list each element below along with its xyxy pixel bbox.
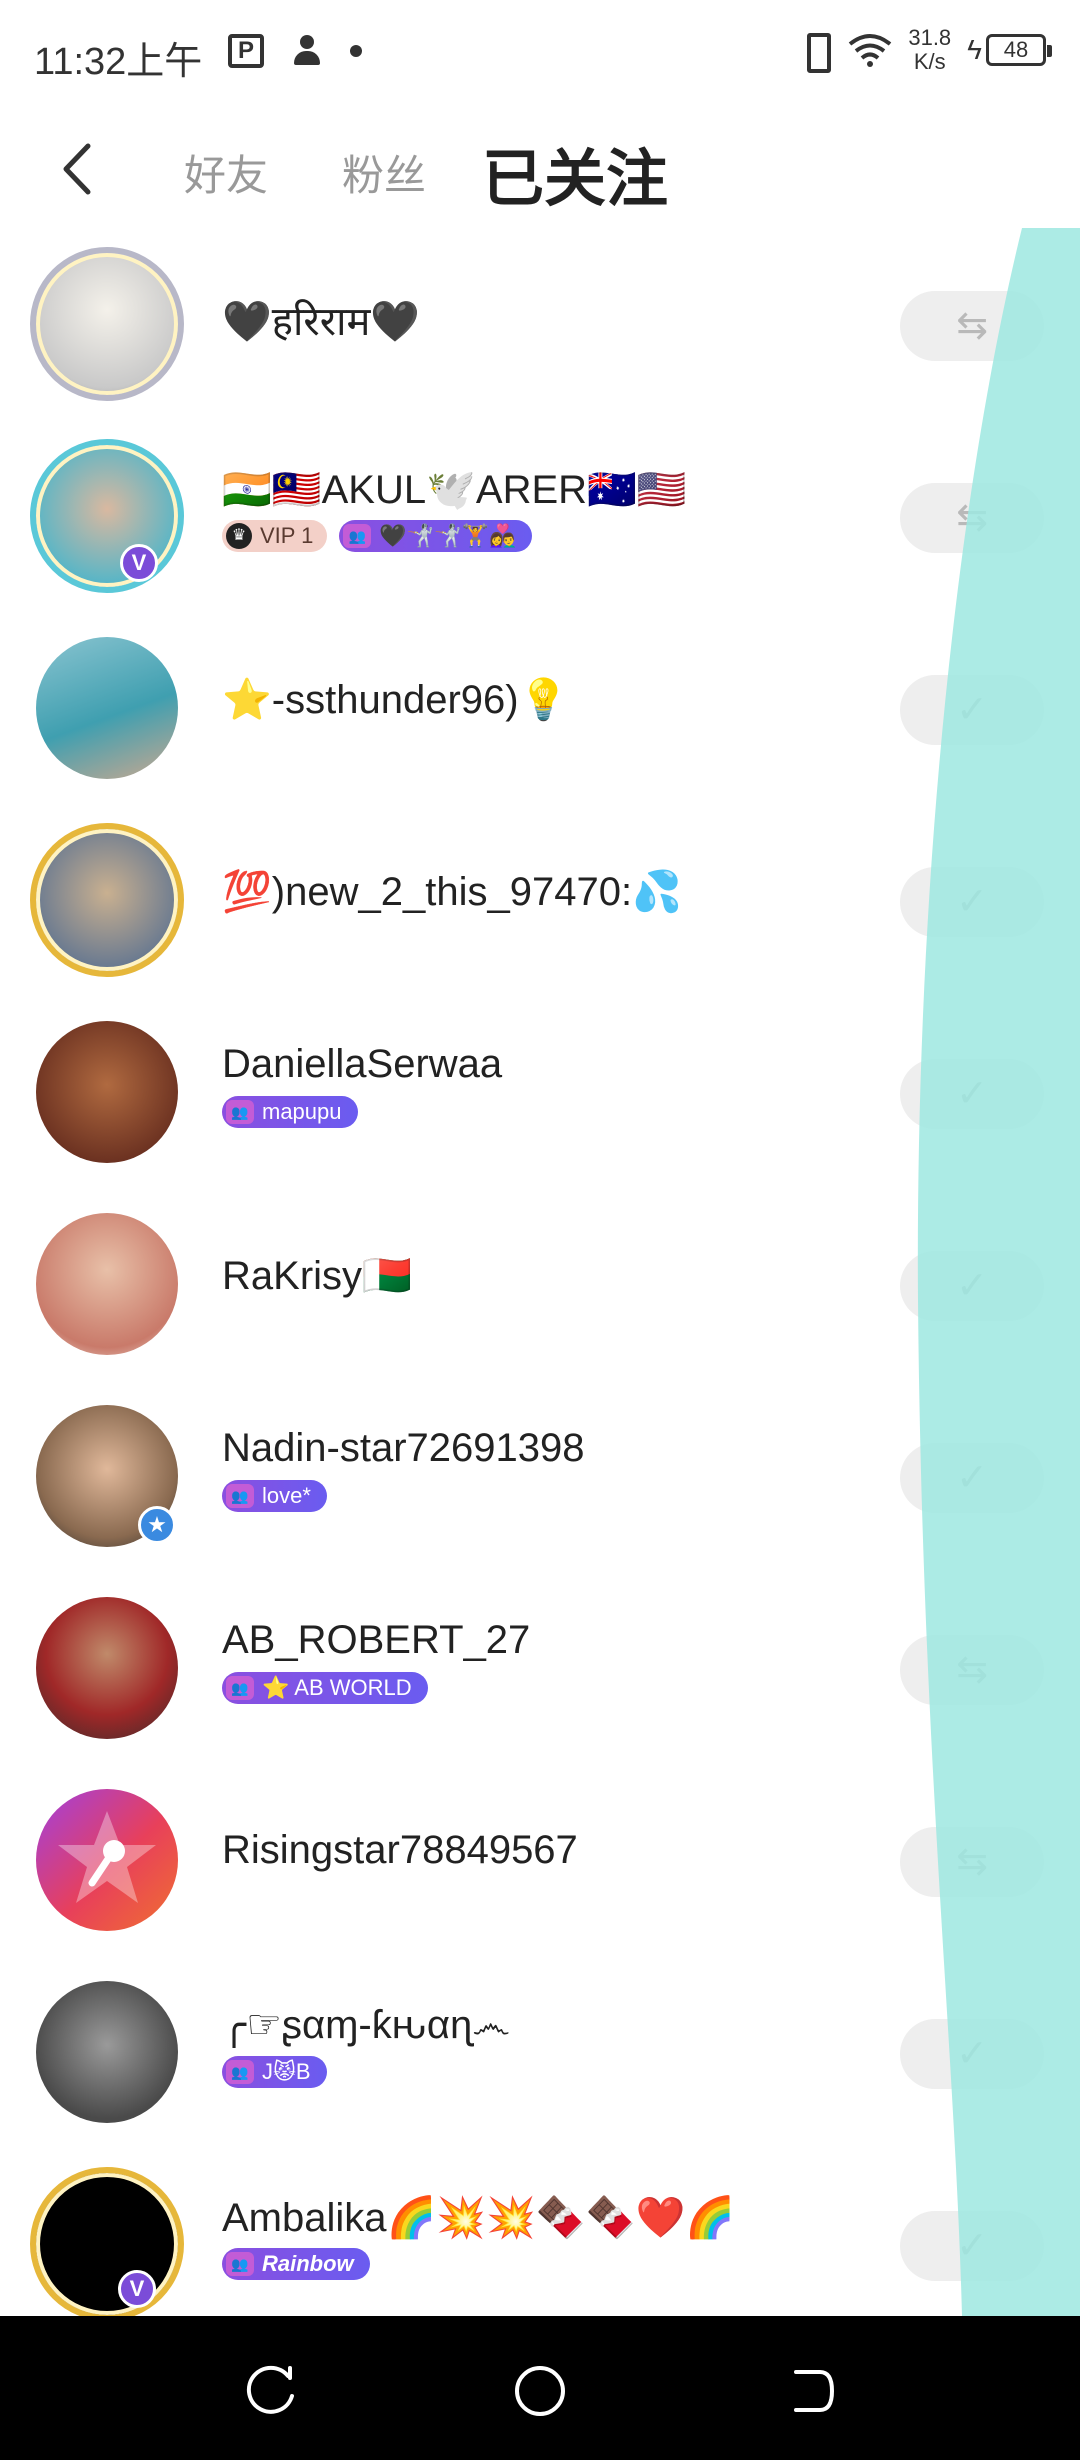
family-icon: 👥 xyxy=(226,2252,254,2276)
verified-badge-icon: V xyxy=(120,544,158,582)
mutual-follow-button[interactable]: ⇆ xyxy=(900,1827,1044,1897)
badges: ♛ VIP 1 👥 🖤🤺🤺🏋️👩‍❤️‍👨 xyxy=(222,520,533,552)
list-item[interactable]: ╭☞ʂαɱ-ƙԋαɳ෴ 👥 J😾B ✓ xyxy=(0,1956,1080,2148)
list-item[interactable]: 💯)new_2_this_97470:💦 ✓ xyxy=(0,804,1080,996)
user-name[interactable]: Ambalika🌈💥💥🍫🍫❤️🌈 xyxy=(222,2194,735,2241)
recent-apps-button[interactable] xyxy=(236,2356,306,2426)
family-icon: 👥 xyxy=(226,2060,254,2084)
status-time: 11:32上午 xyxy=(34,41,203,83)
user-name[interactable]: 🖤हरिराम🖤 xyxy=(222,292,420,347)
list-item[interactable]: V 🇮🇳🇲🇾AKUL🕊️ARER🇦🇺🇺🇸 ♛ VIP 1 👥 🖤🤺🤺🏋️👩‍❤️‍👨… xyxy=(0,420,1080,612)
verified-badge-icon: V xyxy=(118,2270,156,2308)
badges: 👥 love* xyxy=(222,1480,327,1512)
family-badge: 👥 ⭐ AB WORLD xyxy=(222,1672,428,1704)
navigation-bar xyxy=(0,2316,1080,2460)
family-badge: 👥 love* xyxy=(222,1480,327,1512)
person-icon xyxy=(292,35,322,67)
family-icon: 👥 xyxy=(226,1100,254,1124)
status-icons-left: P xyxy=(228,34,362,68)
followed-button[interactable]: ✓ xyxy=(900,675,1044,745)
avatar[interactable] xyxy=(36,637,178,779)
user-name[interactable]: Nadin-star72691398 xyxy=(222,1426,584,1471)
family-badge: 👥 Rainbow xyxy=(222,2248,370,2280)
family-badge: 👥 J😾B xyxy=(222,2056,327,2088)
family-icon: 👥 xyxy=(343,524,372,548)
user-name[interactable]: DaniellaSerwaa xyxy=(222,1042,502,1087)
user-name[interactable]: 💯)new_2_this_97470:💦 xyxy=(222,868,682,915)
list-item[interactable]: RaKrisy🇲🇬 ✓ xyxy=(0,1188,1080,1380)
avatar[interactable] xyxy=(36,1789,178,1931)
back-nav-button[interactable] xyxy=(774,2356,844,2426)
badges: 👥 mapupu xyxy=(222,1096,358,1128)
mutual-follow-button[interactable]: ⇆ xyxy=(900,291,1044,361)
avatar[interactable] xyxy=(36,1981,178,2123)
family-badge: 👥 🖤🤺🤺🏋️👩‍❤️‍👨 xyxy=(339,520,533,552)
followed-button[interactable]: ✓ xyxy=(900,867,1044,937)
status-bar: 11:32上午 P 31.8 K/s ϟ 48 xyxy=(0,0,1080,110)
network-speed: 31.8 K/s xyxy=(908,25,952,74)
crown-icon: ♛ xyxy=(226,523,252,549)
battery-level: 48 xyxy=(986,34,1052,66)
user-name[interactable]: AB_ROBERT_27 xyxy=(222,1618,530,1663)
avatar[interactable] xyxy=(36,1597,178,1739)
charging-icon: ϟ xyxy=(967,34,982,65)
followed-button[interactable]: ✓ xyxy=(900,2211,1044,2281)
vip-badge: ♛ VIP 1 xyxy=(222,520,328,552)
app-notification-icon: P xyxy=(228,34,264,68)
user-name[interactable]: RaKrisy🇲🇬 xyxy=(222,1252,412,1299)
user-name[interactable]: 🇮🇳🇲🇾AKUL🕊️ARER🇦🇺🇺🇸 xyxy=(222,466,687,513)
battery-indicator: ϟ 48 xyxy=(967,34,1052,66)
header: 好友 粉丝 已关注 xyxy=(0,110,1080,230)
followed-button[interactable]: ✓ xyxy=(900,1059,1044,1129)
microphone-star-icon xyxy=(58,1811,156,1903)
badges: 👥 ⭐ AB WORLD xyxy=(222,1672,428,1704)
avatar[interactable] xyxy=(36,829,178,971)
list-item[interactable]: AB_ROBERT_27 👥 ⭐ AB WORLD ⇆ xyxy=(0,1572,1080,1764)
list-item[interactable]: DaniellaSerwaa 👥 mapupu ✓ xyxy=(0,996,1080,1188)
wifi-icon xyxy=(849,34,892,67)
tab-following[interactable]: 已关注 xyxy=(482,128,668,218)
avatar[interactable] xyxy=(36,2173,178,2315)
list-item[interactable]: ⭐-ssthunder96)💡 ✓ xyxy=(0,612,1080,804)
badges: 👥 Rainbow xyxy=(222,2248,370,2280)
tab-friends[interactable]: 好友 xyxy=(184,142,268,203)
status-icons-right: 31.8 K/s ϟ 48 xyxy=(798,25,1052,74)
vibrate-icon xyxy=(798,31,832,73)
tab-fans[interactable]: 粉丝 xyxy=(342,142,426,203)
following-list[interactable]: 🖤हरिराम🖤 ⇆ V 🇮🇳🇲🇾AKUL🕊️ARER🇦🇺🇺🇸 ♛ VIP 1 👥… xyxy=(0,228,1080,2316)
user-name[interactable]: ⭐-ssthunder96)💡 xyxy=(222,676,568,723)
avatar[interactable] xyxy=(36,1021,178,1163)
star-badge-icon: ★ xyxy=(138,1506,176,1544)
mutual-follow-button[interactable]: ⇆ xyxy=(900,1635,1044,1705)
user-name[interactable]: ╭☞ʂαɱ-ƙԋαɳ෴ xyxy=(222,2002,510,2048)
followed-button[interactable]: ✓ xyxy=(900,1443,1044,1513)
dot-icon xyxy=(350,45,362,57)
list-item[interactable]: 🖤हरिराम🖤 ⇆ xyxy=(0,228,1080,420)
list-item[interactable]: ★ Nadin-star72691398 👥 love* ✓ xyxy=(0,1380,1080,1572)
home-button[interactable] xyxy=(505,2356,575,2426)
avatar[interactable] xyxy=(36,1213,178,1355)
family-badge: 👥 mapupu xyxy=(222,1096,358,1128)
family-icon: 👥 xyxy=(226,1484,254,1508)
list-item[interactable]: Risingstar78849567 ⇆ xyxy=(0,1764,1080,1956)
family-icon: 👥 xyxy=(226,1676,254,1700)
avatar[interactable] xyxy=(36,253,178,395)
followed-button[interactable]: ✓ xyxy=(900,1251,1044,1321)
list-item[interactable]: V Ambalika🌈💥💥🍫🍫❤️🌈 👥 Rainbow ✓ xyxy=(0,2148,1080,2316)
mutual-follow-button[interactable]: ⇆ xyxy=(900,483,1044,553)
badges: 👥 J😾B xyxy=(222,2056,327,2088)
followed-button[interactable]: ✓ xyxy=(900,2019,1044,2089)
back-button[interactable] xyxy=(50,134,110,204)
user-name[interactable]: Risingstar78849567 xyxy=(222,1828,578,1873)
